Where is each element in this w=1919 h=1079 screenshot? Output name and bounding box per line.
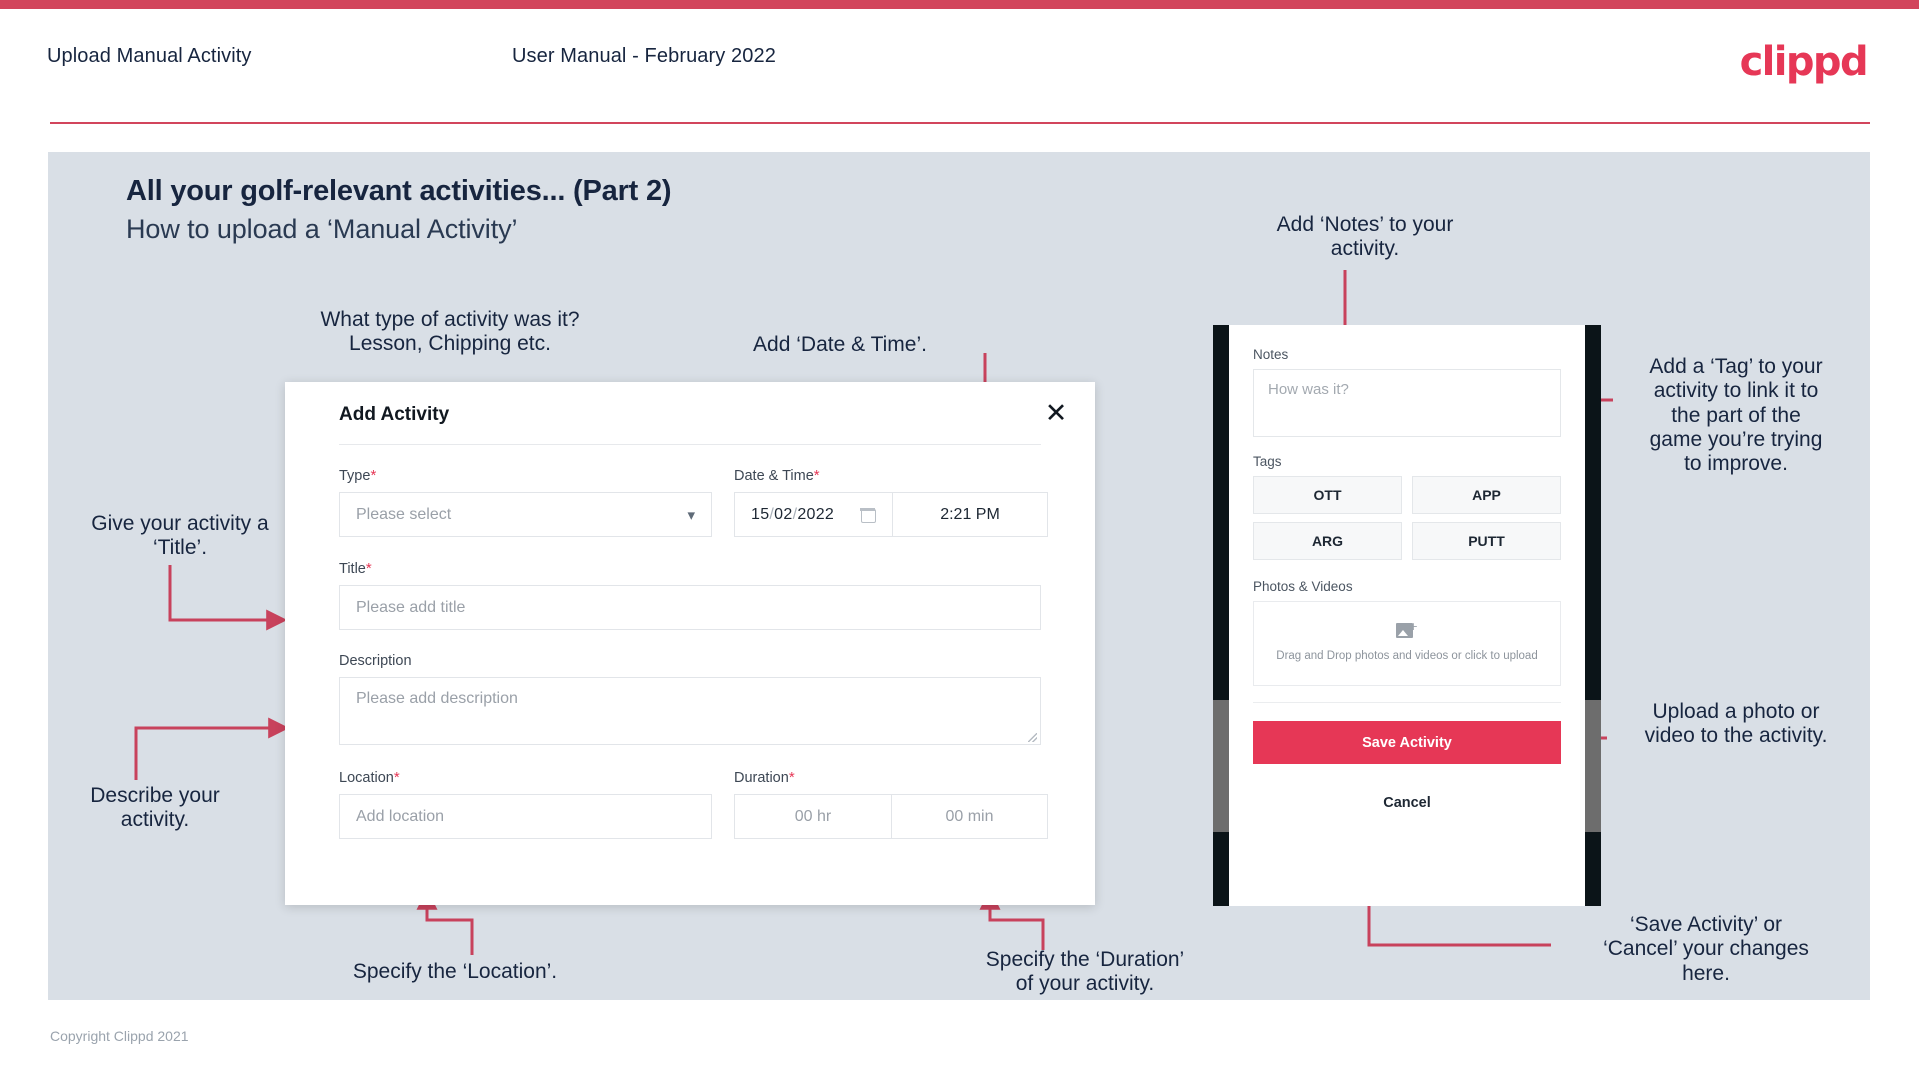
title-placeholder: Please add title [356,598,466,616]
annotation-save: ‘Save Activity’ or ‘Cancel’ your changes… [1603,913,1809,985]
phone-divider [1253,702,1561,703]
annotation-duration: Specify the ‘Duration’ of your activity. [985,948,1185,996]
field-datetime: Date & Time* 15/02/2022 2:21 PM [734,467,1048,537]
dialog-body: Type* Please select ▾ Date & Time* 15/02… [339,467,1048,839]
tag-app[interactable]: APP [1412,476,1561,514]
phone-screen: Notes How was it? Tags OTT APP ARG PUTT … [1229,325,1585,906]
cancel-button[interactable]: Cancel [1253,795,1561,811]
annotation-title: Give your activity a ‘Title’. [91,512,269,560]
time-value: 2:21 PM [940,505,1000,523]
save-activity-button[interactable]: Save Activity [1253,721,1561,764]
duration-minutes-input[interactable]: 00 min [891,794,1048,839]
type-select[interactable]: Please select ▾ [339,492,712,537]
dialog-title: Add Activity [339,404,450,425]
header-title: Upload Manual Activity [47,45,252,67]
header-subtitle: User Manual - February 2022 [512,45,776,67]
field-title: Title* Please add title [339,560,1041,630]
top-accent-bar [0,0,1919,9]
type-select-value: Please select [356,505,452,523]
field-duration: Duration* 00 hr 00 min [734,769,1048,839]
title-input[interactable]: Please add title [339,585,1041,630]
phone-side-button-left [1213,700,1229,832]
description-textarea[interactable]: Please add description [339,677,1041,745]
dialog-header: Add Activity ✕ [285,382,1095,444]
label-title: Title* [339,560,372,577]
photo-upload-dropzone[interactable]: + Drag and Drop photos and videos or cli… [1253,601,1561,686]
tag-arg[interactable]: ARG [1253,522,1402,560]
tag-putt[interactable]: PUTT [1412,522,1561,560]
tag-ott[interactable]: OTT [1253,476,1402,514]
header-divider [50,122,1870,124]
phone-side-button-right [1585,700,1601,832]
annotation-description: Describe your activity. [90,784,220,832]
slide-title: All your golf-relevant activities... (Pa… [126,175,672,207]
calendar-icon[interactable] [860,507,876,523]
field-location: Location* Add location [339,769,712,839]
close-icon[interactable]: ✕ [1039,396,1073,430]
annotation-tags: Add a ‘Tag’ to your activity to link it … [1649,355,1823,476]
annotation-datetime: Add ‘Date & Time’. [753,333,927,356]
duration-minutes-placeholder: 00 min [945,807,994,825]
tags-group: OTT APP ARG PUTT [1253,476,1561,560]
label-notes: Notes [1253,347,1289,362]
annotation-type: What type of activity was it? Lesson, Ch… [320,308,580,356]
resize-handle-icon[interactable] [1028,733,1037,742]
slide-root: Upload Manual Activity User Manual - Feb… [0,0,1919,1079]
add-image-icon: + [1396,621,1418,640]
duration-hours-input[interactable]: 00 hr [734,794,891,839]
label-datetime: Date & Time* [734,467,820,484]
label-type: Type* [339,467,377,484]
annotation-location: Specify the ‘Location’. [352,960,558,983]
date-input[interactable]: 15/02/2022 [734,492,892,537]
label-tags: Tags [1253,454,1282,469]
field-description: Description Please add description [339,653,1041,745]
dialog-divider [339,444,1041,445]
time-input[interactable]: 2:21 PM [892,492,1048,537]
slide-subtitle: How to upload a ‘Manual Activity’ [126,214,518,244]
date-value: 15/02/2022 [751,505,835,523]
duration-hours-placeholder: 00 hr [794,807,832,825]
annotation-notes: Add ‘Notes’ to your activity. [1276,213,1454,261]
copyright-text: Copyright Clippd 2021 [50,1028,189,1044]
phone-mockup: Notes How was it? Tags OTT APP ARG PUTT … [1213,325,1601,906]
add-activity-dialog: Add Activity ✕ Type* Please select ▾ Dat… [285,382,1095,905]
clippd-logo: clippd [1739,39,1869,85]
dropzone-text: Drag and Drop photos and videos or click… [1276,650,1538,663]
location-input[interactable]: Add location [339,794,712,839]
label-duration: Duration* [734,769,795,786]
chevron-down-icon: ▾ [687,505,695,524]
description-placeholder: Please add description [356,690,518,707]
field-type: Type* Please select ▾ [339,467,712,537]
location-placeholder: Add location [356,807,445,825]
label-location: Location* [339,769,400,786]
notes-textarea[interactable]: How was it? [1253,369,1561,437]
annotation-upload: Upload a photo or video to the activity. [1644,700,1828,748]
label-photos-videos: Photos & Videos [1253,579,1353,594]
notes-placeholder: How was it? [1268,381,1349,398]
label-description: Description [339,653,412,669]
